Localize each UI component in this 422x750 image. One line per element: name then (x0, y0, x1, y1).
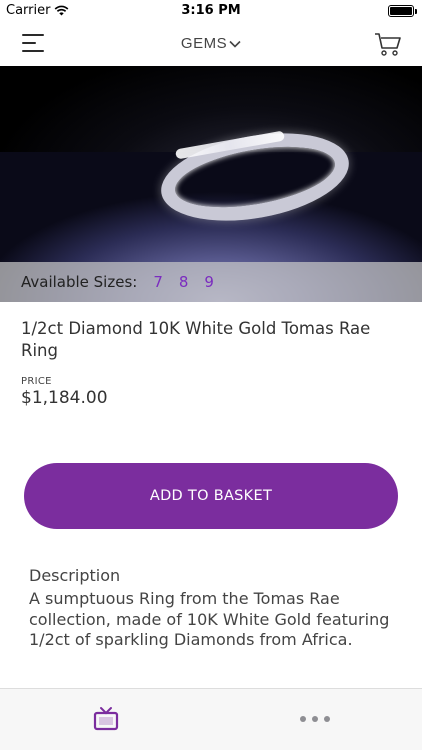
size-option-9[interactable]: 9 (204, 273, 214, 291)
status-bar: Carrier 3:16 PM (0, 0, 422, 22)
size-option-7[interactable]: 7 (153, 273, 163, 291)
status-time: 3:16 PM (181, 3, 241, 18)
product-price: $1,184.00 (21, 388, 108, 408)
category-dropdown[interactable]: GEMS (0, 35, 422, 52)
price-label: PRICE (21, 376, 52, 387)
battery-icon (388, 5, 417, 17)
description-section: Description A sumptuous Ring from the To… (29, 566, 399, 651)
more-dots-icon[interactable] (300, 714, 330, 724)
size-option-8[interactable]: 8 (179, 273, 189, 291)
description-heading: Description (29, 566, 121, 585)
product-info: 1/2ct Diamond 10K White Gold Tomas Rae R… (21, 318, 401, 408)
tv-icon[interactable] (93, 706, 119, 732)
nav-bar: GEMS (0, 22, 422, 66)
description-body: A sumptuous Ring from the Tomas Rae coll… (29, 589, 390, 649)
shopping-cart-icon[interactable] (374, 31, 402, 57)
product-name: 1/2ct Diamond 10K White Gold Tomas Rae R… (21, 319, 371, 360)
nav-title: GEMS (180, 35, 228, 52)
tab-bar (0, 688, 422, 750)
product-image: Available Sizes: 7 8 9 (0, 66, 422, 302)
chevron-down-icon (229, 40, 241, 48)
sizes-label: Available Sizes: (21, 273, 138, 291)
add-to-basket-button[interactable]: ADD TO BASKET (24, 463, 398, 529)
available-sizes-bar: Available Sizes: 7 8 9 (0, 262, 422, 302)
